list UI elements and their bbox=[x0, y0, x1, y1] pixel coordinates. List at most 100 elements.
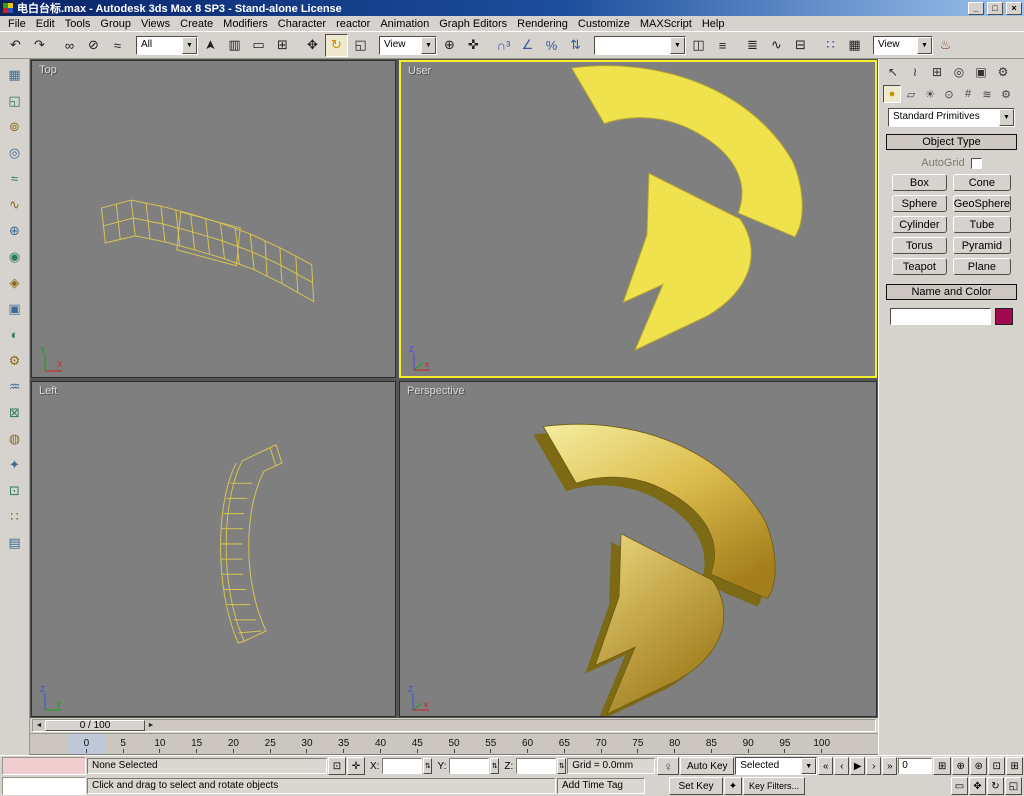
timeline-tick[interactable]: 75 bbox=[619, 734, 656, 754]
viewport-user[interactable]: User Z x bbox=[399, 60, 877, 378]
tab-motion-icon[interactable]: ◎ bbox=[949, 62, 969, 82]
timeline-tick[interactable]: 30 bbox=[289, 734, 326, 754]
minimize-button[interactable]: _ bbox=[968, 2, 984, 15]
named-selection-sets-dropdown[interactable]: ▼ bbox=[594, 36, 686, 55]
object-color-swatch[interactable] bbox=[995, 308, 1013, 325]
logo-3d-object[interactable] bbox=[543, 424, 775, 714]
reactor-tool-icon[interactable]: ♒ bbox=[2, 374, 27, 399]
arc-rotate-icon[interactable]: ↻ bbox=[987, 777, 1004, 795]
menu-animation[interactable]: Animation bbox=[375, 17, 434, 31]
tab-display-icon[interactable]: ▣ bbox=[971, 62, 991, 82]
reactor-tool-icon[interactable]: ⊠ bbox=[2, 400, 27, 425]
cylinder-button[interactable]: Cylinder bbox=[892, 216, 947, 233]
x-coordinate-field[interactable] bbox=[382, 758, 422, 774]
reference-coordinate-dropdown[interactable]: View ▼ bbox=[379, 36, 437, 55]
viewport-perspective[interactable]: Perspective bbox=[399, 381, 877, 717]
spinner-icon[interactable]: ⇅ bbox=[423, 758, 432, 774]
select-and-link-icon[interactable]: ∞ bbox=[58, 34, 81, 57]
select-and-manipulate-icon[interactable]: ✜ bbox=[462, 34, 485, 57]
spinner-icon[interactable]: ⇅ bbox=[490, 758, 499, 774]
reactor-tool-icon[interactable]: ▤ bbox=[2, 530, 27, 555]
maximize-button[interactable]: □ bbox=[987, 2, 1003, 15]
category-lights-icon[interactable]: ☀ bbox=[921, 85, 939, 103]
reactor-tool-icon[interactable]: ◈ bbox=[2, 270, 27, 295]
select-object-icon[interactable]: ➤ bbox=[199, 34, 222, 57]
menu-reactor[interactable]: reactor bbox=[331, 17, 375, 31]
material-editor-icon[interactable]: ∷ bbox=[819, 34, 842, 57]
auto-key-button[interactable]: Auto Key bbox=[680, 757, 734, 775]
set-key-button[interactable]: Set Key bbox=[669, 777, 723, 795]
next-frame-icon[interactable]: › bbox=[866, 757, 881, 775]
menu-rendering[interactable]: Rendering bbox=[512, 17, 573, 31]
render-type-dropdown[interactable]: View ▼ bbox=[873, 36, 933, 55]
reactor-tool-icon[interactable]: ◍ bbox=[2, 426, 27, 451]
percent-snap-icon[interactable]: % bbox=[540, 34, 563, 57]
viewport-label[interactable]: Left bbox=[39, 385, 57, 397]
chevron-down-icon[interactable]: ▼ bbox=[182, 37, 197, 54]
go-to-end-icon[interactable]: » bbox=[882, 757, 897, 775]
timeline-tick[interactable]: 5 bbox=[105, 734, 142, 754]
reactor-tool-icon[interactable]: ◱ bbox=[2, 88, 27, 113]
category-helpers-icon[interactable]: # bbox=[959, 85, 977, 103]
menu-create[interactable]: Create bbox=[175, 17, 218, 31]
viewport-label[interactable]: Perspective bbox=[407, 385, 464, 397]
name-color-rollout[interactable]: Name and Color bbox=[886, 284, 1017, 300]
angle-snap-icon[interactable]: ∠ bbox=[516, 34, 539, 57]
reactor-tool-icon[interactable]: ∿ bbox=[2, 192, 27, 217]
reactor-tool-icon[interactable]: ▦ bbox=[2, 62, 27, 87]
timeline-tick[interactable]: 80 bbox=[656, 734, 693, 754]
menu-tools[interactable]: Tools bbox=[60, 17, 96, 31]
title-bar[interactable]: 电白台标.max - Autodesk 3ds Max 8 SP3 - Stan… bbox=[0, 0, 1024, 16]
menu-group[interactable]: Group bbox=[95, 17, 136, 31]
object-name-input[interactable] bbox=[890, 308, 991, 325]
pan-icon[interactable]: ✥ bbox=[969, 777, 986, 795]
reactor-tool-icon[interactable]: ⊡ bbox=[2, 478, 27, 503]
category-spacewarps-icon[interactable]: ≋ bbox=[978, 85, 996, 103]
y-coordinate-field[interactable] bbox=[449, 758, 489, 774]
viewport-label[interactable]: User bbox=[408, 65, 431, 77]
window-crossing-icon[interactable]: ⊞ bbox=[271, 34, 294, 57]
time-nudge-left-icon[interactable]: ◄ bbox=[33, 720, 45, 731]
add-time-tag[interactable]: Add Time Tag bbox=[557, 778, 645, 794]
zoom-extents-icon[interactable]: ⊡ bbox=[988, 757, 1005, 775]
viewport-label[interactable]: Top bbox=[39, 64, 57, 76]
reactor-tool-icon[interactable]: ⊕ bbox=[2, 218, 27, 243]
reactor-tool-icon[interactable]: ∷ bbox=[2, 504, 27, 529]
timeline-tick[interactable]: 45 bbox=[399, 734, 436, 754]
timeline-tick[interactable]: 95 bbox=[767, 734, 804, 754]
maxscript-mini-listener-input[interactable] bbox=[2, 777, 86, 795]
reactor-tool-icon[interactable]: ✦ bbox=[2, 452, 27, 477]
time-slider-handle[interactable]: 0 / 100 bbox=[45, 720, 145, 731]
autogrid-checkbox[interactable] bbox=[971, 158, 982, 169]
chevron-down-icon[interactable]: ▼ bbox=[917, 37, 932, 54]
snap-toggle-icon[interactable]: ∩³ bbox=[492, 34, 515, 57]
logo-wireframe-left[interactable] bbox=[220, 445, 281, 643]
tab-create-icon[interactable]: ↖ bbox=[883, 62, 903, 82]
reactor-tool-icon[interactable]: ⚙ bbox=[2, 348, 27, 373]
current-frame-field[interactable]: 0 bbox=[898, 758, 932, 774]
tab-utilities-icon[interactable]: ⚙ bbox=[993, 62, 1013, 82]
set-keys-big-key-icon[interactable]: ♀ bbox=[657, 757, 679, 775]
viewport-top[interactable]: Top Y X bbox=[31, 60, 396, 378]
play-animation-icon[interactable]: ▶ bbox=[850, 757, 865, 775]
viewport-canvas[interactable] bbox=[32, 382, 395, 716]
time-nudge-right-icon[interactable]: ► bbox=[145, 720, 157, 731]
curve-editor-icon[interactable]: ∿ bbox=[765, 34, 788, 57]
timeline-tick[interactable]: 25 bbox=[252, 734, 289, 754]
key-selection-dropdown[interactable]: Selected ▼ bbox=[735, 757, 817, 775]
mirror-icon[interactable]: ◫ bbox=[687, 34, 710, 57]
menu-maxscript[interactable]: MAXScript bbox=[635, 17, 697, 31]
go-to-start-icon[interactable]: « bbox=[818, 757, 833, 775]
zoom-extents-all-icon[interactable]: ⊞ bbox=[1006, 757, 1023, 775]
plane-button[interactable]: Plane bbox=[953, 258, 1011, 275]
zoom-icon[interactable]: ⊕ bbox=[952, 757, 969, 775]
tab-hierarchy-icon[interactable]: ⊞ bbox=[927, 62, 947, 82]
timeline-tick[interactable]: 40 bbox=[362, 734, 399, 754]
timeline-tick[interactable]: 90 bbox=[730, 734, 767, 754]
reactor-tool-icon[interactable]: ◎ bbox=[2, 140, 27, 165]
object-type-rollout[interactable]: Object Type bbox=[886, 134, 1017, 150]
default-tangent-icon[interactable]: ✦ bbox=[724, 777, 742, 795]
cone-button[interactable]: Cone bbox=[953, 174, 1011, 191]
logo-wireframe-top[interactable] bbox=[101, 200, 313, 301]
menu-edit[interactable]: Edit bbox=[31, 17, 60, 31]
